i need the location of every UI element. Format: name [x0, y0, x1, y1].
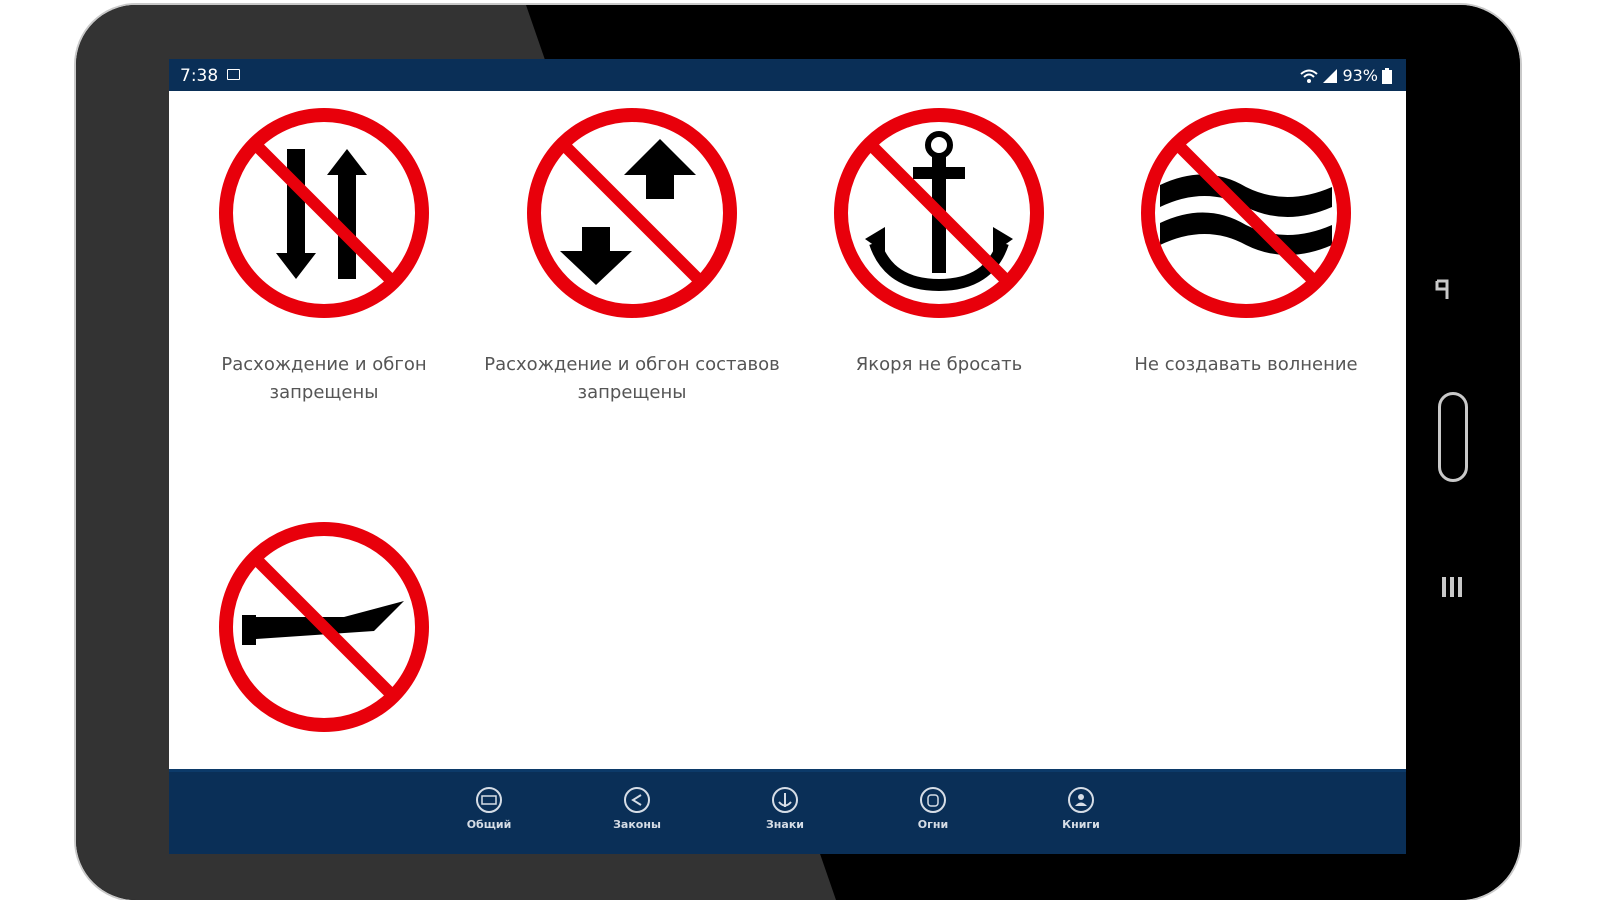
sign-card[interactable]: Не создавать волнение	[1096, 103, 1396, 379]
gallery-notification-icon	[227, 69, 240, 80]
no-anchoring-icon	[834, 108, 1044, 318]
sign-label: Расхождение и обгон запрещены	[221, 354, 427, 403]
recent-apps-hardware-button[interactable]	[1440, 573, 1464, 601]
no-motorboat-icon	[219, 522, 429, 732]
lights-icon	[920, 787, 946, 813]
home-hardware-button[interactable]	[1438, 392, 1468, 482]
sign-card[interactable]	[174, 517, 474, 737]
back-hardware-button[interactable]	[1433, 277, 1453, 303]
sign-card[interactable]: Якоря не бросать	[789, 103, 1089, 379]
sign-label: Расхождение и обгон составов запрещены	[484, 354, 780, 403]
signs-icon	[772, 787, 798, 813]
nav-item-signs[interactable]: Знаки	[740, 786, 830, 846]
nav-item-general[interactable]: Общий	[444, 786, 534, 846]
device-screen: 7:38 93% Расхождение и обгон запрещены Р…	[169, 59, 1406, 854]
sign-label: Якоря не бросать	[855, 354, 1023, 375]
status-indicators: 93%	[1300, 66, 1392, 85]
nav-item-laws[interactable]: Законы	[592, 786, 682, 846]
no-waves-icon	[1141, 108, 1351, 318]
nav-label: Общий	[466, 818, 512, 831]
signs-grid: Расхождение и обгон запрещены Расхождени…	[169, 91, 1406, 769]
status-time: 7:38	[180, 66, 219, 86]
sign-label: Не создавать волнение	[1134, 354, 1358, 375]
nav-label: Книги	[1062, 818, 1100, 831]
no-passing-convoys-icon	[527, 108, 737, 318]
wifi-icon	[1300, 69, 1319, 83]
signal-icon	[1323, 68, 1338, 83]
books-icon	[1068, 787, 1094, 813]
nav-label: Огни	[917, 818, 949, 831]
battery-icon	[1382, 67, 1392, 84]
nav-label: Знаки	[765, 818, 804, 831]
nav-item-books[interactable]: Книги	[1036, 786, 1126, 846]
no-passing-arrows-icon	[219, 108, 429, 318]
nav-item-lights[interactable]: Огни	[888, 786, 978, 846]
sign-card[interactable]: Расхождение и обгон составов запрещены	[482, 103, 782, 407]
bottom-navigation: Общий Законы Знаки Огни Книги	[169, 769, 1406, 854]
nav-label: Законы	[613, 818, 661, 831]
screenshot-stage: 7:38 93% Расхождение и обгон запрещены Р…	[0, 0, 1600, 900]
battery-percent: 93%	[1342, 66, 1378, 85]
tablet-device: 7:38 93% Расхождение и обгон запрещены Р…	[76, 5, 1520, 900]
laws-icon	[624, 787, 650, 813]
general-icon	[476, 787, 502, 813]
sign-card[interactable]: Расхождение и обгон запрещены	[174, 103, 474, 407]
status-bar: 7:38 93%	[169, 59, 1406, 91]
